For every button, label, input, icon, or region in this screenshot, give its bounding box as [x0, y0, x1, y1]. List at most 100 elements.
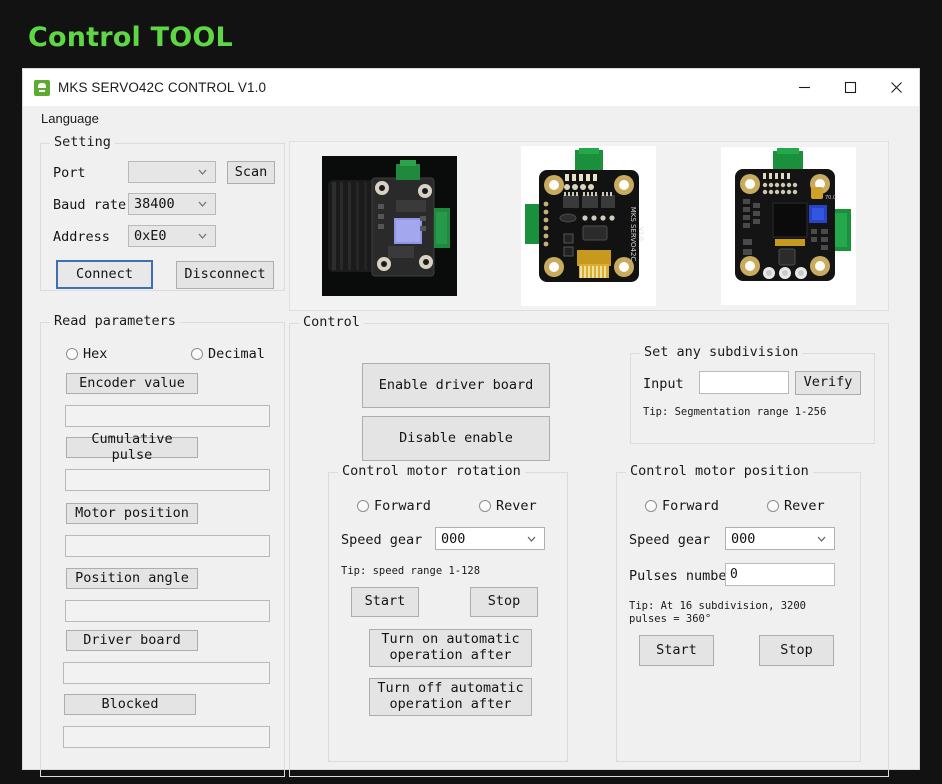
- servo42c-board-front-photo: MKS SERVO42C V1.0: [521, 146, 656, 306]
- control-group: Control Enable driver board Disable enab…: [289, 323, 889, 777]
- subdivision-tip: Tip: Segmentation range 1-256: [643, 406, 826, 419]
- chevron-down-icon: [198, 169, 207, 175]
- product-image-strip: MKS SERVO42C V1.0: [289, 141, 889, 311]
- maximize-icon[interactable]: [827, 69, 873, 106]
- motor-rotation-panel: Control motor rotation Forward Rever Spe…: [328, 472, 568, 762]
- menu-item-language[interactable]: Language: [37, 109, 103, 128]
- position-speed-gear-combo[interactable]: 000: [725, 527, 835, 550]
- position-forward-label: Forward: [662, 498, 719, 514]
- encoder-value-field[interactable]: [65, 405, 270, 427]
- position-stop-button[interactable]: Stop: [759, 635, 834, 666]
- app-icon: [34, 80, 50, 96]
- pulses-number-field[interactable]: 0: [725, 563, 835, 586]
- disable-enable-button[interactable]: Disable enable: [362, 416, 550, 461]
- position-radio-rever[interactable]: Rever: [767, 498, 825, 514]
- position-speed-gear-value: 000: [731, 531, 755, 547]
- turn-on-automatic-label: Turn on automatic operation after: [381, 632, 519, 663]
- position-rever-label: Rever: [784, 498, 825, 514]
- turn-off-automatic-label: Turn off automatic operation after: [377, 681, 523, 712]
- port-label: Port: [53, 165, 86, 181]
- rotation-forward-label: Forward: [374, 498, 431, 514]
- subdivision-input-field[interactable]: [699, 371, 789, 394]
- radio-hex-label: Hex: [83, 346, 107, 362]
- rotation-start-button[interactable]: Start: [351, 587, 419, 617]
- address-combo[interactable]: 0xE0: [128, 225, 216, 247]
- read-parameters-group: Read parameters Hex Decimal Encoder valu…: [40, 322, 285, 777]
- position-angle-button[interactable]: Position angle: [66, 568, 198, 589]
- radio-dot-icon: [191, 348, 203, 360]
- rotation-speed-gear-label: Speed gear: [341, 532, 422, 548]
- position-angle-field[interactable]: [65, 600, 270, 622]
- chevron-down-icon: [198, 233, 207, 239]
- driver-board-field[interactable]: [63, 662, 270, 684]
- motor-rotation-legend: Control motor rotation: [338, 463, 525, 479]
- radio-dot-icon: [357, 500, 369, 512]
- address-value: 0xE0: [134, 228, 167, 244]
- radio-decimal-label: Decimal: [208, 346, 265, 362]
- driver-board-button[interactable]: Driver board: [66, 630, 198, 651]
- rotation-speed-gear-combo[interactable]: 000: [435, 527, 545, 550]
- motor-position-field[interactable]: [65, 535, 270, 557]
- setting-legend: Setting: [50, 134, 115, 150]
- enable-driver-board-button[interactable]: Enable driver board: [362, 363, 550, 408]
- cumulative-pulse-field[interactable]: [65, 469, 270, 491]
- svg-text:V1.0: V1.0: [637, 227, 644, 241]
- radio-hex[interactable]: Hex: [66, 346, 107, 362]
- servo42c-motor-photo: [322, 156, 457, 296]
- title-bar: MKS SERVO42C CONTROL V1.0: [23, 69, 919, 106]
- rotation-speed-gear-value: 000: [441, 531, 465, 547]
- blocked-field[interactable]: [63, 726, 270, 748]
- minimize-icon[interactable]: [781, 69, 827, 106]
- read-parameters-legend: Read parameters: [50, 313, 180, 329]
- radio-dot-icon: [767, 500, 779, 512]
- position-radio-forward[interactable]: Forward: [645, 498, 719, 514]
- motor-position-legend: Control motor position: [626, 463, 813, 479]
- rotation-radio-rever[interactable]: Rever: [479, 498, 537, 514]
- chevron-down-icon: [817, 536, 826, 542]
- rotation-radio-forward[interactable]: Forward: [357, 498, 431, 514]
- pulses-number-label: Pulses number: [629, 568, 735, 584]
- address-label: Address: [53, 229, 110, 245]
- radio-dot-icon: [66, 348, 78, 360]
- rotation-stop-button[interactable]: Stop: [470, 587, 538, 617]
- chevron-down-icon: [527, 536, 536, 542]
- radio-dot-icon: [479, 500, 491, 512]
- application-window: MKS SERVO42C CONTROL V1.0 Language Setti…: [22, 68, 920, 770]
- connect-button[interactable]: Connect: [56, 260, 153, 289]
- baud-rate-value: 38400: [134, 196, 175, 212]
- turn-on-automatic-operation-button[interactable]: Turn on automatic operation after: [369, 629, 532, 667]
- radio-decimal[interactable]: Decimal: [191, 346, 265, 362]
- rotation-tip: Tip: speed range 1-128: [341, 565, 480, 578]
- control-legend: Control: [299, 314, 364, 330]
- window-title: MKS SERVO42C CONTROL V1.0: [58, 80, 266, 95]
- subdivision-input-label: Input: [643, 376, 684, 392]
- motor-position-panel: Control motor position Forward Rever Spe…: [616, 472, 861, 762]
- client-area: Setting Port Scan Baud rate 38400 Addres…: [23, 130, 919, 769]
- servo42c-board-back-photo: 70.0: [721, 147, 856, 305]
- svg-text:70.0: 70.0: [825, 195, 836, 201]
- disconnect-button[interactable]: Disconnect: [176, 261, 274, 289]
- set-subdivision-legend: Set any subdivision: [640, 344, 802, 360]
- position-speed-gear-label: Speed gear: [629, 532, 710, 548]
- scan-button[interactable]: Scan: [227, 161, 275, 184]
- setting-group: Setting Port Scan Baud rate 38400 Addres…: [40, 143, 285, 291]
- blocked-button[interactable]: Blocked: [64, 694, 196, 715]
- set-subdivision-panel: Set any subdivision Input Verify Tip: Se…: [630, 353, 875, 444]
- position-start-button[interactable]: Start: [639, 635, 714, 666]
- encoder-value-button[interactable]: Encoder value: [66, 373, 198, 394]
- turn-off-automatic-operation-button[interactable]: Turn off automatic operation after: [369, 678, 532, 716]
- port-combo[interactable]: [128, 161, 216, 183]
- page-title: Control TOOL: [28, 22, 233, 53]
- position-tip: Tip: At 16 subdivision, 3200 pulses = 36…: [629, 600, 806, 626]
- close-icon[interactable]: [873, 69, 919, 106]
- menu-bar: Language: [23, 106, 919, 130]
- cumulative-pulse-button[interactable]: Cumulative pulse: [66, 437, 198, 458]
- baud-rate-combo[interactable]: 38400: [128, 193, 216, 215]
- verify-button[interactable]: Verify: [795, 371, 861, 395]
- radio-dot-icon: [645, 500, 657, 512]
- pulses-number-value: 0: [730, 567, 738, 582]
- rotation-rever-label: Rever: [496, 498, 537, 514]
- svg-text:MKS SERVO42C: MKS SERVO42C: [629, 207, 637, 262]
- motor-position-button[interactable]: Motor position: [66, 503, 198, 524]
- chevron-down-icon: [198, 201, 207, 207]
